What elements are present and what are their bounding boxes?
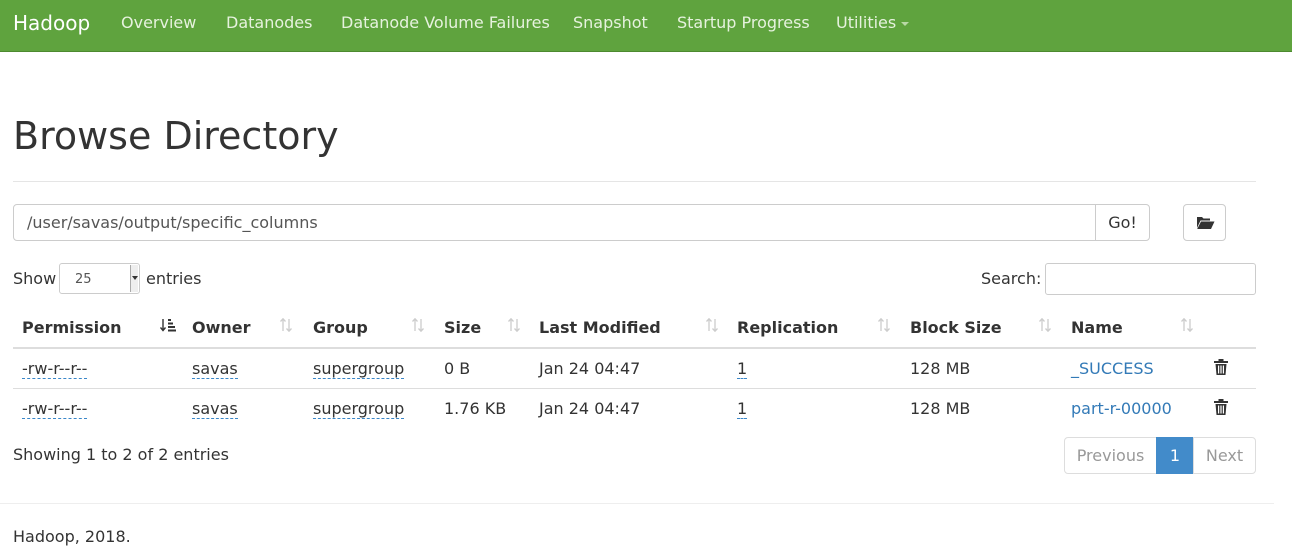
top-navbar: Hadoop Overview Datanodes Datanode Volum… bbox=[0, 0, 1292, 52]
brand-link[interactable]: Hadoop bbox=[13, 11, 90, 35]
entries-per-page-value: 25 bbox=[75, 272, 92, 287]
table-info: Showing 1 to 2 of 2 entries bbox=[13, 445, 229, 464]
sort-icon[interactable] bbox=[1039, 318, 1051, 332]
footer-text: Hadoop, 2018. bbox=[13, 527, 131, 546]
block-size-cell: 128 MB bbox=[910, 359, 971, 378]
search-input[interactable] bbox=[1045, 263, 1256, 295]
table-header-divider bbox=[13, 347, 1256, 349]
last-modified-cell: Jan 24 04:47 bbox=[539, 399, 641, 418]
sort-icon[interactable] bbox=[706, 318, 718, 332]
create-directory-button[interactable] bbox=[1183, 204, 1226, 241]
nav-datanodes[interactable]: Datanodes bbox=[226, 13, 312, 32]
sort-icon[interactable] bbox=[412, 318, 424, 332]
sort-icon[interactable] bbox=[508, 318, 520, 332]
page-title: Browse Directory bbox=[13, 114, 339, 158]
show-label: Show bbox=[13, 269, 57, 288]
page-1-button[interactable]: 1 bbox=[1156, 437, 1194, 474]
owner-cell[interactable]: savas bbox=[192, 399, 238, 419]
nav-snapshot[interactable]: Snapshot bbox=[573, 13, 648, 32]
column-header-block-size[interactable]: Block Size bbox=[910, 318, 1002, 337]
permission-cell[interactable]: -rw-r--r-- bbox=[22, 359, 88, 379]
select-arrow-icon bbox=[130, 265, 138, 292]
column-header-permission[interactable]: Permission bbox=[22, 318, 122, 337]
sort-icon[interactable] bbox=[1181, 318, 1193, 332]
search-label: Search: bbox=[981, 269, 1042, 288]
owner-cell[interactable]: savas bbox=[192, 359, 238, 379]
trash-icon[interactable] bbox=[1214, 359, 1228, 375]
column-header-replication[interactable]: Replication bbox=[737, 318, 838, 337]
nav-utilities-label: Utilities bbox=[836, 13, 897, 32]
sort-icon[interactable] bbox=[280, 318, 292, 332]
caret-down-icon bbox=[901, 21, 910, 26]
permission-cell[interactable]: -rw-r--r-- bbox=[22, 399, 88, 419]
footer-divider bbox=[0, 503, 1274, 504]
replication-cell[interactable]: 1 bbox=[737, 359, 748, 379]
replication-cell[interactable]: 1 bbox=[737, 399, 748, 419]
column-header-name[interactable]: Name bbox=[1071, 318, 1123, 337]
block-size-cell: 128 MB bbox=[910, 399, 971, 418]
title-divider bbox=[13, 181, 1256, 182]
column-header-size[interactable]: Size bbox=[444, 318, 481, 337]
file-name-link[interactable]: _SUCCESS bbox=[1071, 359, 1154, 378]
last-modified-cell: Jan 24 04:47 bbox=[539, 359, 641, 378]
row-divider bbox=[13, 388, 1256, 389]
column-header-group[interactable]: Group bbox=[313, 318, 368, 337]
sort-icon[interactable] bbox=[878, 318, 890, 332]
entries-per-page-select[interactable]: 25 bbox=[59, 263, 140, 294]
column-header-owner[interactable]: Owner bbox=[192, 318, 251, 337]
next-page-button[interactable]: Next bbox=[1193, 437, 1256, 474]
file-name-link[interactable]: part-r-00000 bbox=[1071, 399, 1172, 418]
size-cell: 1.76 KB bbox=[444, 399, 507, 418]
group-cell[interactable]: supergroup bbox=[313, 359, 405, 379]
group-cell[interactable]: supergroup bbox=[313, 399, 405, 419]
folder-open-icon bbox=[1197, 217, 1215, 229]
previous-page-button[interactable]: Previous bbox=[1064, 437, 1157, 474]
go-button[interactable]: Go! bbox=[1095, 204, 1150, 241]
column-header-last-modified[interactable]: Last Modified bbox=[539, 318, 661, 337]
entries-label: entries bbox=[146, 269, 202, 288]
directory-path-input[interactable]: /user/savas/output/specific_columns bbox=[13, 204, 1096, 241]
nav-overview[interactable]: Overview bbox=[121, 13, 196, 32]
nav-datanode-volume-failures[interactable]: Datanode Volume Failures bbox=[341, 13, 550, 32]
size-cell: 0 B bbox=[444, 359, 471, 378]
trash-icon[interactable] bbox=[1214, 399, 1228, 415]
nav-startup-progress[interactable]: Startup Progress bbox=[677, 13, 810, 32]
nav-utilities-dropdown[interactable]: Utilities bbox=[836, 13, 910, 32]
sort-ascending-icon[interactable] bbox=[160, 318, 176, 332]
